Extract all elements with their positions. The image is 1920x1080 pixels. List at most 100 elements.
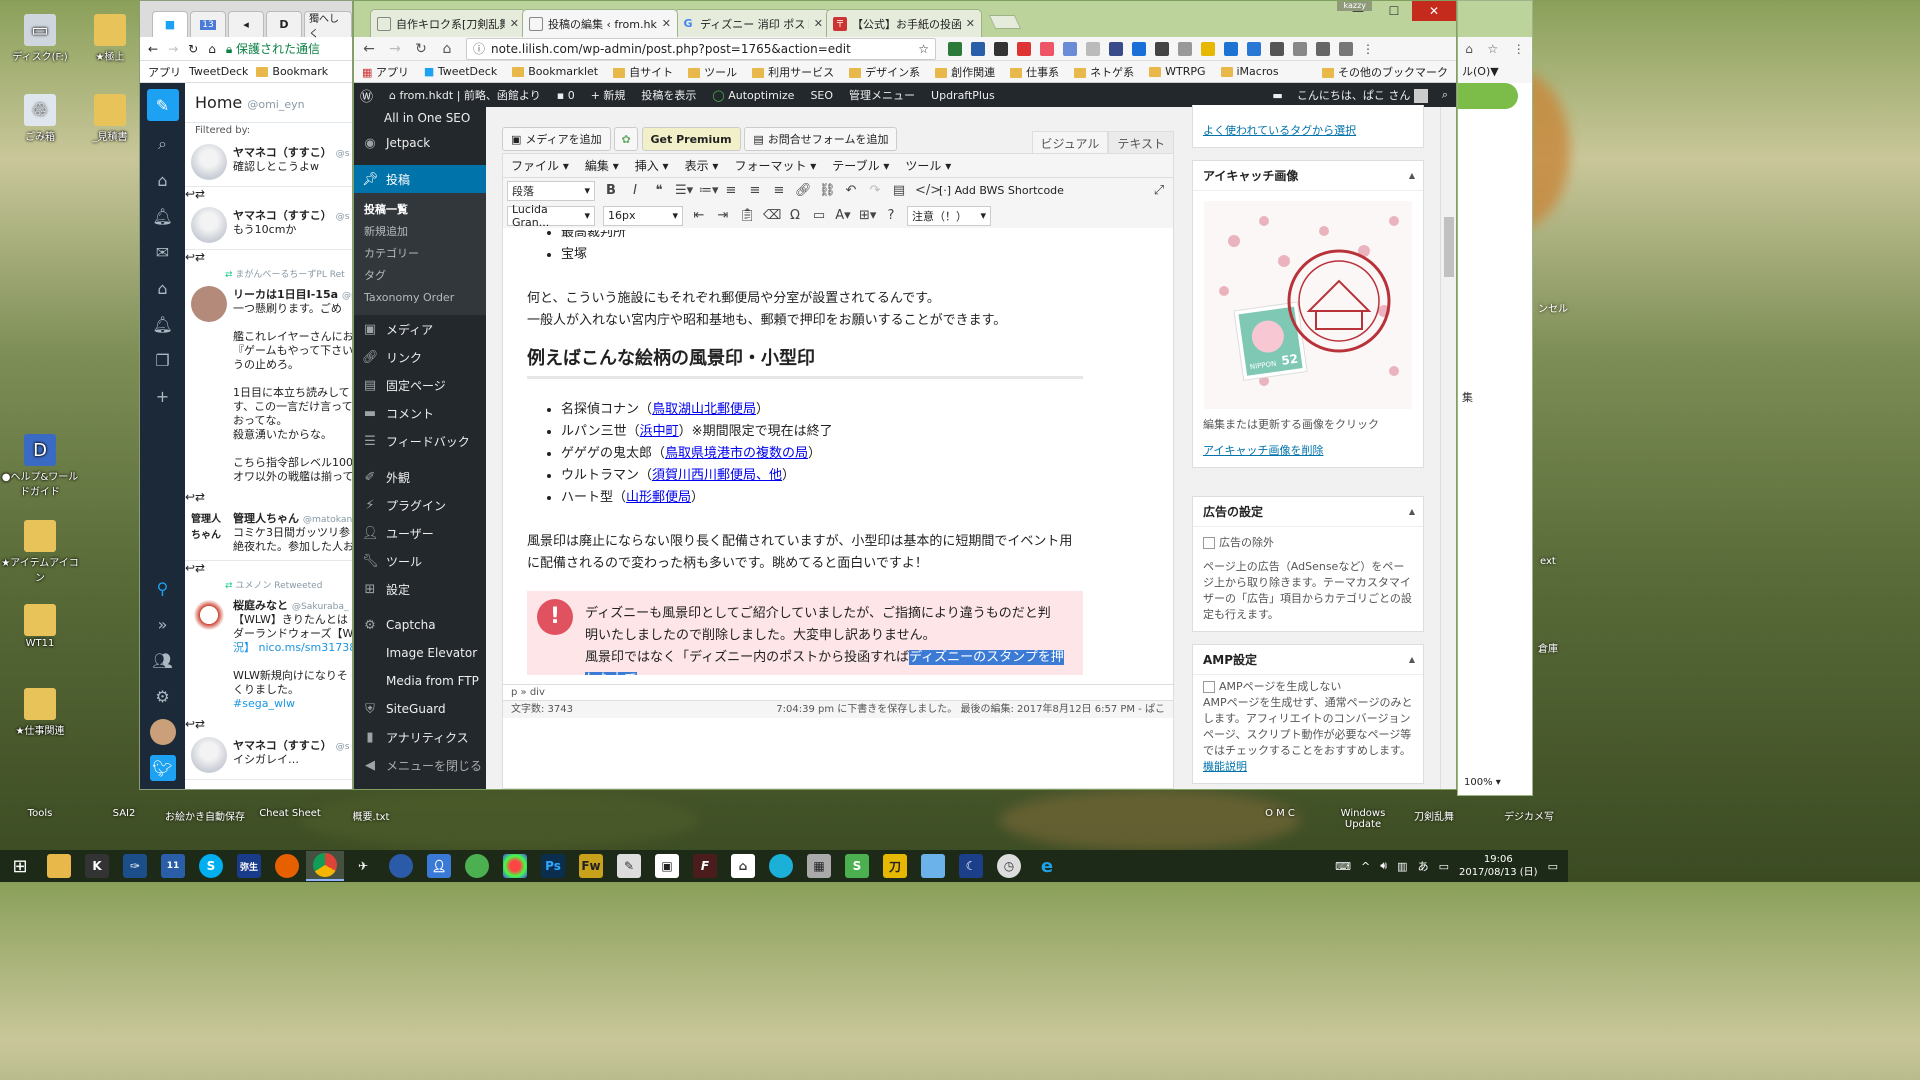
- code-icon[interactable]: </>: [915, 183, 941, 198]
- taskbar-feather[interactable]: ✑: [116, 851, 154, 881]
- submenu-tags[interactable]: タグ: [354, 265, 486, 287]
- bookmark-tweetdeck[interactable]: ■ TweetDeck: [424, 65, 497, 78]
- tab-google-search[interactable]: G ディズニー 消印 ポスト - Go ✕: [674, 9, 830, 37]
- desktop-icon-help[interactable]: D ●ヘルプ&ワールドガイド: [0, 434, 80, 498]
- keyboard-icon[interactable]: ⌨: [1335, 860, 1351, 873]
- ads-exclude-checkbox[interactable]: [1203, 537, 1215, 549]
- filter-icon[interactable]: ⚲: [150, 575, 176, 601]
- extension-icon[interactable]: [1247, 41, 1261, 56]
- amp-settings-title[interactable]: AMP設定: [1193, 645, 1423, 675]
- download-icon[interactable]: [1224, 41, 1238, 56]
- minimize-button[interactable]: —: [1340, 1, 1376, 21]
- list-link[interactable]: 浜中町: [640, 424, 679, 439]
- font-size-select[interactable]: 16px ▾: [603, 205, 683, 226]
- back-icon[interactable]: ←: [148, 42, 158, 56]
- unlink-icon[interactable]: ⛓: [819, 183, 836, 198]
- taskbar-moon[interactable]: ☾: [952, 851, 990, 881]
- align-right-icon[interactable]: ≡: [771, 183, 787, 198]
- text-color-icon[interactable]: A▾: [835, 208, 851, 223]
- menu-appearance[interactable]: ✐ 外観: [354, 463, 486, 491]
- desktop-icon-folder[interactable]: ★極上: [80, 14, 140, 63]
- submenu-taxonomy-order[interactable]: Taxonomy Order: [354, 287, 486, 309]
- link-icon[interactable]: 🔗︎: [795, 183, 812, 198]
- add-column-icon[interactable]: +: [150, 383, 176, 409]
- bookmark-apps[interactable]: ▦ アプリ: [362, 64, 409, 80]
- tweet-actions[interactable]: ↩⇄: [185, 187, 352, 201]
- notice-select[interactable]: 注意（！） ▾: [907, 205, 991, 226]
- admin-autoptimize[interactable]: ◯ Autoptimize: [712, 89, 794, 102]
- ime-indicator[interactable]: あ: [1418, 858, 1429, 874]
- close-window-button[interactable]: ✕: [1412, 1, 1456, 21]
- align-left-icon[interactable]: ≡: [723, 183, 739, 198]
- menu-siteguard[interactable]: ⛨ SiteGuard: [354, 695, 486, 723]
- align-center-icon[interactable]: ≡: [747, 183, 763, 198]
- taskbar-window[interactable]: ▣: [648, 851, 686, 881]
- taskbar-s-green[interactable]: S: [838, 851, 876, 881]
- tab-post-office[interactable]: 〒 【公式】お手紙の投函｜便 ✕: [826, 9, 982, 37]
- desktop-icon-folder[interactable]: ★仕事関連: [0, 688, 80, 737]
- secure-label[interactable]: 🔒︎ 保護された通信: [226, 40, 320, 57]
- new-tab-button[interactable]: [988, 15, 1022, 29]
- bookmark-apps[interactable]: アプリ: [148, 64, 181, 80]
- bookmark-other[interactable]: その他のブックマーク: [1322, 64, 1448, 80]
- tweet[interactable]: リーカは1日目I-15a @r 一つ懸刷ります。ごめ 艦これレイヤーさんにお 『…: [185, 280, 352, 490]
- taskbar-home[interactable]: ⌂: [724, 851, 762, 881]
- submenu-all-posts[interactable]: 投稿一覧: [354, 199, 486, 221]
- info-icon[interactable]: ⓘ: [473, 40, 485, 57]
- table-icon[interactable]: ⊞▾: [859, 208, 876, 223]
- bookmark-folder[interactable]: Bookmark: [256, 65, 328, 78]
- network-icon[interactable]: ▥: [1397, 860, 1407, 873]
- camera-icon[interactable]: [1316, 41, 1330, 56]
- italic-icon[interactable]: I: [627, 183, 643, 198]
- popular-tags-link[interactable]: よく使われているタグから選択: [1203, 124, 1356, 137]
- collections-icon[interactable]: ❐: [150, 347, 176, 373]
- admin-menu-link[interactable]: 管理メニュー: [849, 87, 915, 103]
- menu-edit[interactable]: 編集 ▾: [585, 157, 619, 174]
- extension-icon[interactable]: [1063, 41, 1077, 56]
- home-column-icon[interactable]: ⌂: [150, 275, 176, 301]
- menu-insert[interactable]: 挿入 ▾: [635, 157, 669, 174]
- url-bar[interactable]: ⓘ note.lilish.com/wp-admin/post.php?post…: [466, 37, 936, 60]
- avatar[interactable]: [191, 597, 227, 633]
- notification-icon[interactable]: ▭: [1548, 860, 1558, 873]
- bullet-list-icon[interactable]: ☰▾: [675, 183, 693, 198]
- menu-jetpack[interactable]: ◉ Jetpack: [354, 129, 486, 157]
- back-icon[interactable]: ←: [362, 41, 376, 57]
- ime-mode-icon[interactable]: ▭: [1439, 860, 1449, 873]
- taskbar-firefox[interactable]: [268, 851, 306, 881]
- tweet-actions[interactable]: ↩⇄: [185, 717, 352, 731]
- home-column-icon[interactable]: ⌂: [150, 167, 176, 193]
- blockquote-icon[interactable]: ❝: [651, 183, 667, 198]
- undo-icon[interactable]: ↶: [843, 183, 859, 198]
- menu-file[interactable]: ファイル ▾: [511, 157, 569, 174]
- compose-tweet-button[interactable]: ✎: [146, 89, 179, 121]
- scrollbar-thumb[interactable]: [1444, 217, 1454, 277]
- toolbar-toggle-icon[interactable]: ▤: [891, 183, 907, 198]
- bookmark-folder[interactable]: Bookmarklet: [512, 65, 598, 78]
- tab-text[interactable]: テキスト: [1108, 131, 1174, 155]
- menu-users[interactable]: 👤︎ ユーザー: [354, 519, 486, 547]
- background-window-right[interactable]: ⌂ ☆ ⋮ ル(O)▼ 集 100% ▾: [1457, 0, 1533, 796]
- desktop-icon-drive[interactable]: ▭ ディスク(F:): [0, 14, 80, 63]
- featured-image[interactable]: NIPPON 52: [1204, 201, 1412, 409]
- menu-icon[interactable]: ⋮: [1513, 42, 1525, 56]
- expand-icon[interactable]: »: [150, 611, 176, 637]
- taskbar-plane[interactable]: ✈: [344, 851, 382, 881]
- menu-format[interactable]: フォーマット ▾: [734, 157, 816, 174]
- bookmark-tweetdeck[interactable]: TweetDeck: [189, 65, 248, 78]
- taskbar-thunderbird[interactable]: [382, 851, 420, 881]
- menu-plugins[interactable]: ⚡︎ プラグイン: [354, 491, 486, 519]
- taskbar-touken[interactable]: 刀: [876, 851, 914, 881]
- menu-media[interactable]: ▣ メディア: [354, 315, 486, 343]
- star-icon[interactable]: ☆: [1487, 42, 1498, 56]
- desktop-icon-folder[interactable]: ★アイテムアイコン: [0, 520, 80, 584]
- tweet[interactable]: 管理人 ちゃん 管理人ちゃん @matokan コミケ3日間ガッツリ参 絶夜れた。…: [185, 504, 352, 561]
- desktop-icon-folder[interactable]: WT11: [0, 604, 80, 649]
- tweetdeck-window[interactable]: ■ 13 ◂ D 獨へしく ← → ↻ ⌂ 🔒︎ 保護された通信 アプリ Twe…: [139, 0, 353, 790]
- menu-media-from-ftp[interactable]: Media from FTP: [354, 667, 486, 695]
- redo-icon[interactable]: ↷: [867, 183, 883, 198]
- tweet[interactable]: ヤマネコ（すすこ） @s 確認しとこうよw: [185, 138, 352, 187]
- zoom-level[interactable]: 100% ▾: [1464, 777, 1501, 788]
- twitter-bird-icon[interactable]: 🐦︎: [149, 755, 176, 781]
- column-header[interactable]: Home @omi_eyn: [185, 83, 352, 123]
